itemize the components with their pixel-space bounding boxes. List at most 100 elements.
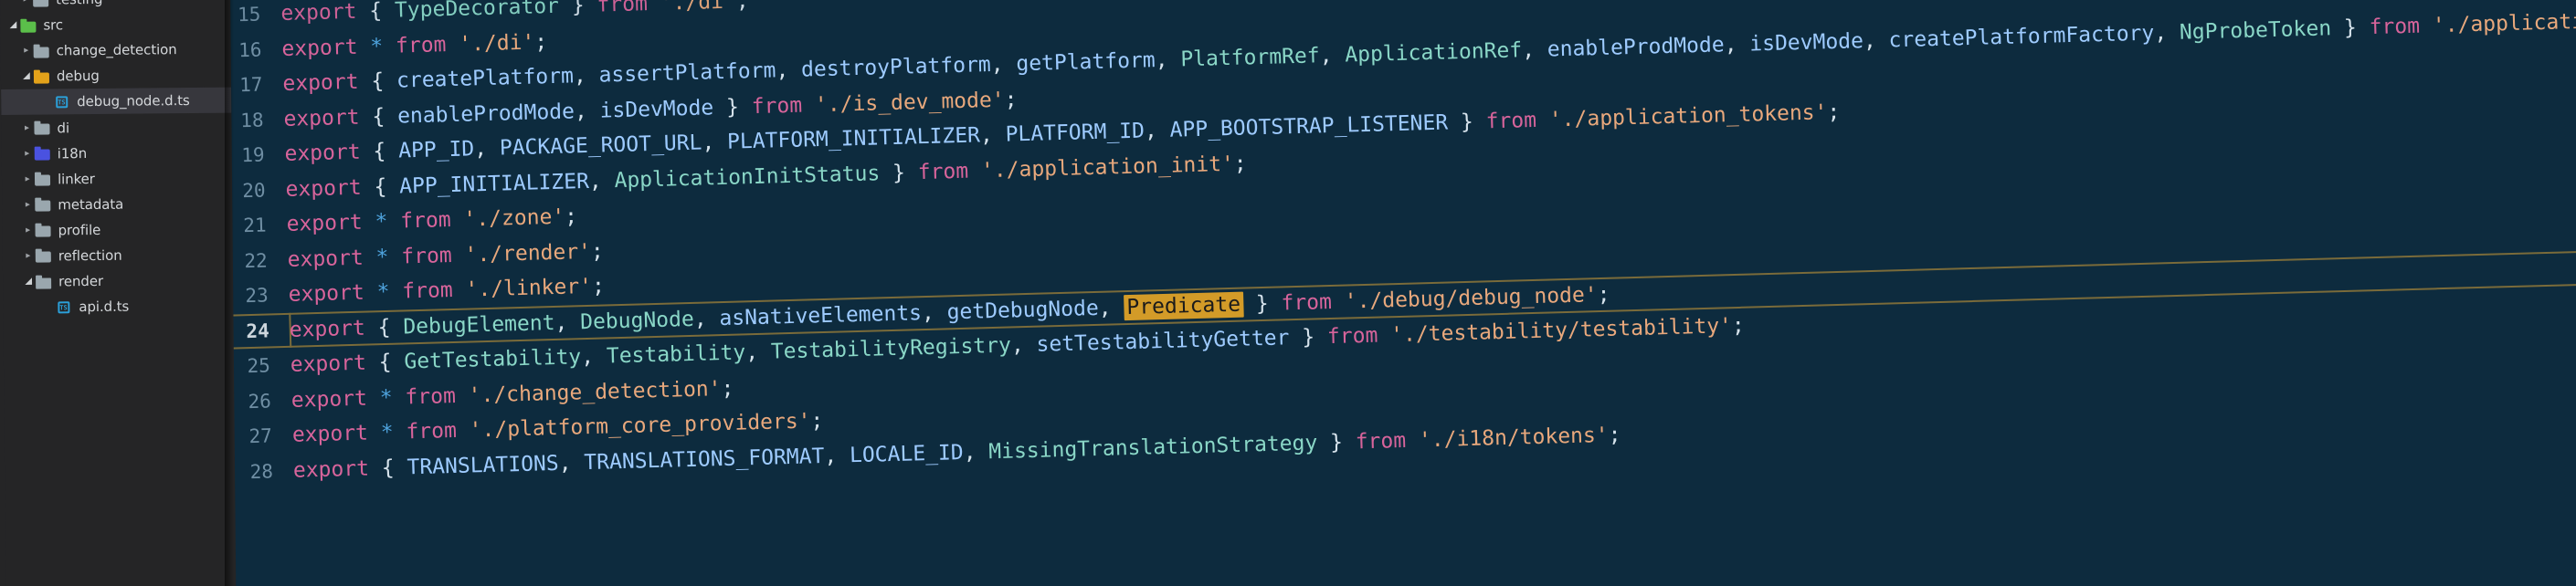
code-token: } <box>1242 291 1270 317</box>
tree-item-debug[interactable]: ◢ debug <box>1 62 231 90</box>
code-token: ; <box>810 409 824 434</box>
code-token: { <box>371 68 397 94</box>
code-token: , <box>776 58 802 83</box>
code-token: } <box>713 94 740 120</box>
chevron-right-icon[interactable]: ▸ <box>19 46 34 56</box>
code-token: export <box>291 421 369 447</box>
code-token: export <box>288 280 365 307</box>
chevron-right-icon[interactable]: ▸ <box>21 225 36 235</box>
code-token: , <box>2153 20 2180 46</box>
tree-item-metadata[interactable]: ▸ metadata <box>2 190 232 218</box>
ts-badge: TS <box>58 99 66 107</box>
code-token: { <box>381 455 407 480</box>
code-token: from <box>406 418 458 445</box>
code-token: from <box>399 208 451 234</box>
code-token: DebugNode <box>579 307 695 334</box>
code-token: * <box>379 385 393 410</box>
line-number: 20 <box>241 179 266 202</box>
code-token: './render' <box>464 239 592 267</box>
code-token: * <box>380 420 395 445</box>
code-token: } <box>879 161 906 185</box>
code-token: ; <box>533 29 548 54</box>
code-token: , <box>558 450 585 476</box>
code-token: ApplicationRef <box>1344 38 1523 68</box>
code-token: Testability <box>606 340 746 369</box>
code-token: from <box>401 278 454 304</box>
tree-item-change-detection[interactable]: ▸ change_detection <box>1 37 231 65</box>
code-content[interactable]: 15 export { TypeDecorator } from './di'; 1… <box>228 0 2576 586</box>
code-token: , <box>1144 118 1170 143</box>
chevron-down-icon[interactable]: ◢ <box>21 277 36 287</box>
code-token: export <box>281 35 358 61</box>
code-token: './application_init' <box>980 152 1235 183</box>
code-token: , <box>693 306 720 331</box>
folder-open-icon <box>36 275 52 288</box>
code-token: } <box>1316 430 1344 455</box>
tree-item-di[interactable]: ▸ di <box>1 113 231 141</box>
code-token: ; <box>564 204 578 229</box>
editor-surface[interactable]: core.d.ts D:\TFSProjects\v2\... 15export… <box>228 0 2576 586</box>
chevron-right-icon[interactable]: ▸ <box>20 199 35 209</box>
chevron-right-icon[interactable]: ▸ <box>20 173 35 183</box>
folder-icon <box>35 224 51 237</box>
file-explorer-sidebar[interactable]: ▸ testing ◢ src ▸ change_detection ◢ debug ▸ TS de… <box>0 0 237 586</box>
code-token: { <box>373 139 399 164</box>
code-token: from <box>395 32 447 58</box>
code-token: , <box>1155 47 1181 73</box>
chevron-down-icon[interactable]: ◢ <box>19 71 34 81</box>
code-token: from <box>400 243 453 269</box>
line-number: 28 <box>249 459 274 483</box>
code-token: enableProdMode <box>396 99 575 129</box>
tree-item-api-d-ts[interactable]: ▸TSapi.d.ts <box>3 293 233 321</box>
code-token: , <box>1521 37 1548 63</box>
tree-item-i18n[interactable]: ▸ i18n <box>2 139 232 167</box>
tree-item-render[interactable]: ◢ render <box>3 267 233 296</box>
line-number: 16 <box>238 38 262 61</box>
line-number: 18 <box>239 109 264 131</box>
tree-item-linker[interactable]: ▸ linker <box>2 164 232 193</box>
chevron-right-icon[interactable]: ▸ <box>18 0 33 5</box>
code-token: , <box>702 130 728 155</box>
chevron-right-icon[interactable]: ▸ <box>21 251 36 261</box>
code-token: getDebugNode <box>946 296 1100 324</box>
code-token: } <box>571 0 586 18</box>
chevron-right-icon[interactable]: ▸ <box>19 122 34 132</box>
code-token: './application_tokens' <box>1548 100 1828 132</box>
code-token: NgProbeToken <box>2179 16 2332 45</box>
tree-item-profile[interactable]: ▸ profile <box>2 215 232 244</box>
code-token: PLATFORM_ID <box>1005 119 1145 147</box>
code-token: export <box>282 69 359 96</box>
line-number: 26 <box>248 389 272 413</box>
code-token: './zone' <box>463 204 565 232</box>
tree-item-reflection[interactable]: ▸ reflection <box>3 242 233 270</box>
code-token: ; <box>1608 422 1621 447</box>
chevron-down-icon[interactable]: ◢ <box>5 20 20 30</box>
code-token: export <box>292 456 370 483</box>
code-token: LOCALE_ID <box>849 440 964 467</box>
highlighted-token[interactable]: Predicate <box>1124 291 1244 320</box>
code-token: , <box>1319 43 1346 68</box>
tree-item-label: reflection <box>58 246 122 265</box>
code-token: TestabilityRegistry <box>770 333 1012 364</box>
file-tree: ▸ testing ◢ src ▸ change_detection ◢ debug ▸ TS de… <box>0 0 233 320</box>
chevron-right-icon[interactable]: ▸ <box>20 148 35 158</box>
code-token: TRANSLATIONS <box>406 451 559 479</box>
tree-item-src[interactable]: ◢ src <box>0 11 230 39</box>
code-token: , <box>990 52 1017 77</box>
code-token: PLATFORM_INITIALIZER <box>726 123 981 154</box>
code-token: } <box>1289 325 1315 351</box>
tree-item-debug-node-d-ts[interactable]: ▸TSdebug_node.d.ts <box>1 87 232 116</box>
